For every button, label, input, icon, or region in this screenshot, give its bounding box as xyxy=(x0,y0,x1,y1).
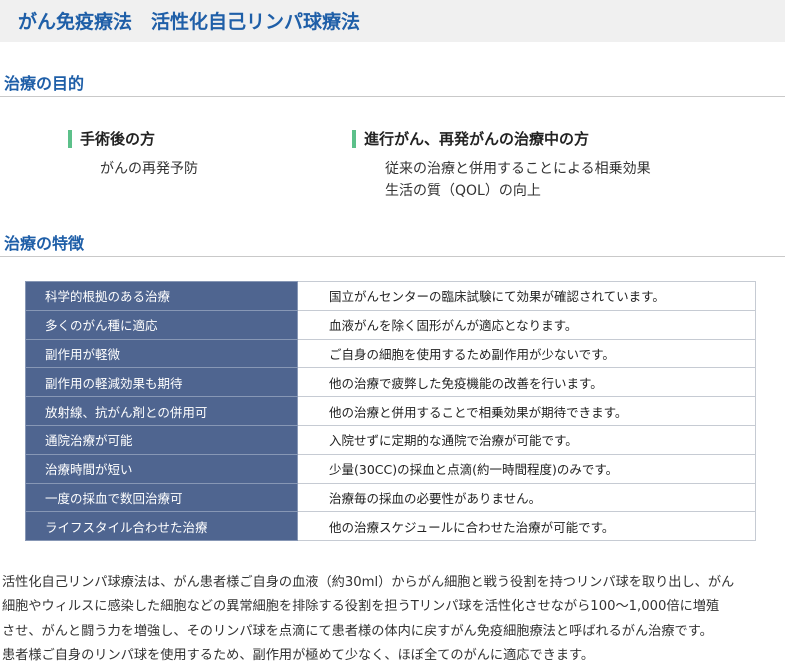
feature-detail-cell: 他の治療スケジュールに合わせた治療が可能です。 xyxy=(297,511,756,542)
table-row: 通院治療が可能 入院せずに定期的な通院で治療が可能です。 xyxy=(25,424,756,455)
feature-detail-cell: ご自身の細胞を使用するため副作用が少ないです。 xyxy=(297,338,756,369)
section-heading-purpose-label: 治療の目的 xyxy=(4,74,85,93)
feature-name-cell: 科学的根拠のある治療 xyxy=(25,281,298,311)
feature-name-cell: 副作用が軽微 xyxy=(25,338,298,369)
page-title: がん免疫療法 活性化自己リンパ球療法 xyxy=(18,11,361,33)
description-paragraph: 活性化自己リンパ球療法は、がん患者様ご自身の血液（約30ml）からがん細胞と戦う… xyxy=(2,571,783,668)
table-row: ライフスタイル合わせた治療 他の治療スケジュールに合わせた治療が可能です。 xyxy=(25,511,756,542)
accent-bar xyxy=(352,130,356,148)
purpose-item: がんの再発予防 xyxy=(100,161,198,177)
feature-detail-cell: 少量(30CC)の採血と点滴(約一時間程度)のみです。 xyxy=(297,453,756,484)
feature-detail-cell: 他の治療で疲弊した免疫機能の改善を行います。 xyxy=(297,367,756,398)
purpose-column-post-surgery: 手術後の方 がんの再発予防 xyxy=(68,128,198,180)
feature-name-cell: 副作用の軽減効果も期待 xyxy=(25,367,298,398)
table-row: 副作用の軽減効果も期待 他の治療で疲弊した免疫機能の改善を行います。 xyxy=(25,367,756,398)
purpose-column-heading: 進行がん、再発がんの治療中の方 xyxy=(352,128,651,150)
description-line: 活性化自己リンパ球療法は、がん患者様ご自身の血液（約30ml）からがん細胞と戦う… xyxy=(2,575,735,590)
purpose-item: 生活の質（QOL）の向上 xyxy=(385,183,541,199)
table-row: 副作用が軽微 ご自身の細胞を使用するため副作用が少ないです。 xyxy=(25,338,756,369)
table-row: 一度の採血で数回治療可 治療毎の採血の必要性がありません。 xyxy=(25,482,756,513)
feature-detail-cell: 入院せずに定期的な通院で治療が可能です。 xyxy=(297,424,756,455)
purpose-item-list: 従来の治療と併用することによる相乗効果 生活の質（QOL）の向上 xyxy=(352,158,651,202)
description-line: 患者様ご自身のリンパ球を使用するため、副作用が極めて少なく、ほぼ全てのがんに適応… xyxy=(2,647,595,663)
title-bar: がん免疫療法 活性化自己リンパ球療法 xyxy=(0,0,785,42)
feature-name-cell: 治療時間が短い xyxy=(25,453,298,484)
feature-name-cell: ライフスタイル合わせた治療 xyxy=(25,511,298,542)
feature-detail-cell: 血液がんを除く固形がんが適応となります。 xyxy=(297,309,756,340)
feature-detail-cell: 治療毎の採血の必要性がありません。 xyxy=(297,482,756,513)
feature-name-cell: 放射線、抗がん剤との併用可 xyxy=(25,396,298,426)
table-row: 治療時間が短い 少量(30CC)の採血と点滴(約一時間程度)のみです。 xyxy=(25,453,756,484)
table-row: 科学的根拠のある治療 国立がんセンターの臨床試験にて効果が確認されています。 xyxy=(25,281,756,311)
purpose-column-heading: 手術後の方 xyxy=(68,128,198,150)
feature-name-cell: 多くのがん種に適応 xyxy=(25,309,298,340)
purpose-item-list: がんの再発予防 xyxy=(68,158,198,180)
purpose-item: 従来の治療と併用することによる相乗効果 xyxy=(385,161,651,177)
description-line: 細胞やウィルスに感染した細胞などの異常細胞を排除する役割を担うTリンパ球を活性化… xyxy=(2,599,720,615)
table-row: 放射線、抗がん剤との併用可 他の治療と併用することで相乗効果が期待できます。 xyxy=(25,396,756,426)
accent-bar xyxy=(68,130,72,148)
purpose-column-heading-text: 進行がん、再発がんの治療中の方 xyxy=(364,130,590,148)
purpose-column-heading-text: 手術後の方 xyxy=(80,130,156,148)
feature-name-cell: 一度の採血で数回治療可 xyxy=(25,482,298,513)
features-table: 科学的根拠のある治療 国立がんセンターの臨床試験にて効果が確認されています。 多… xyxy=(25,281,756,542)
section-heading-purpose: 治療の目的 xyxy=(0,66,785,97)
table-row: 多くのがん種に適応 血液がんを除く固形がんが適応となります。 xyxy=(25,309,756,340)
page: がん免疫療法 活性化自己リンパ球療法 治療の目的 手術後の方 がんの再発予防 進… xyxy=(0,0,785,670)
section-heading-features-label: 治療の特徴 xyxy=(4,234,85,253)
feature-name-cell: 通院治療が可能 xyxy=(25,424,298,455)
purpose-column-advanced-cancer: 進行がん、再発がんの治療中の方 従来の治療と併用することによる相乗効果 生活の質… xyxy=(352,128,651,202)
description-line: させ、がんと闘う力を増強し、そのリンパ球を点滴にて患者様の体内に戻すがん免疫細胞… xyxy=(2,623,713,639)
feature-detail-cell: 国立がんセンターの臨床試験にて効果が確認されています。 xyxy=(297,281,756,311)
section-heading-features: 治療の特徴 xyxy=(0,226,785,257)
feature-detail-cell: 他の治療と併用することで相乗効果が期待できます。 xyxy=(297,396,756,426)
